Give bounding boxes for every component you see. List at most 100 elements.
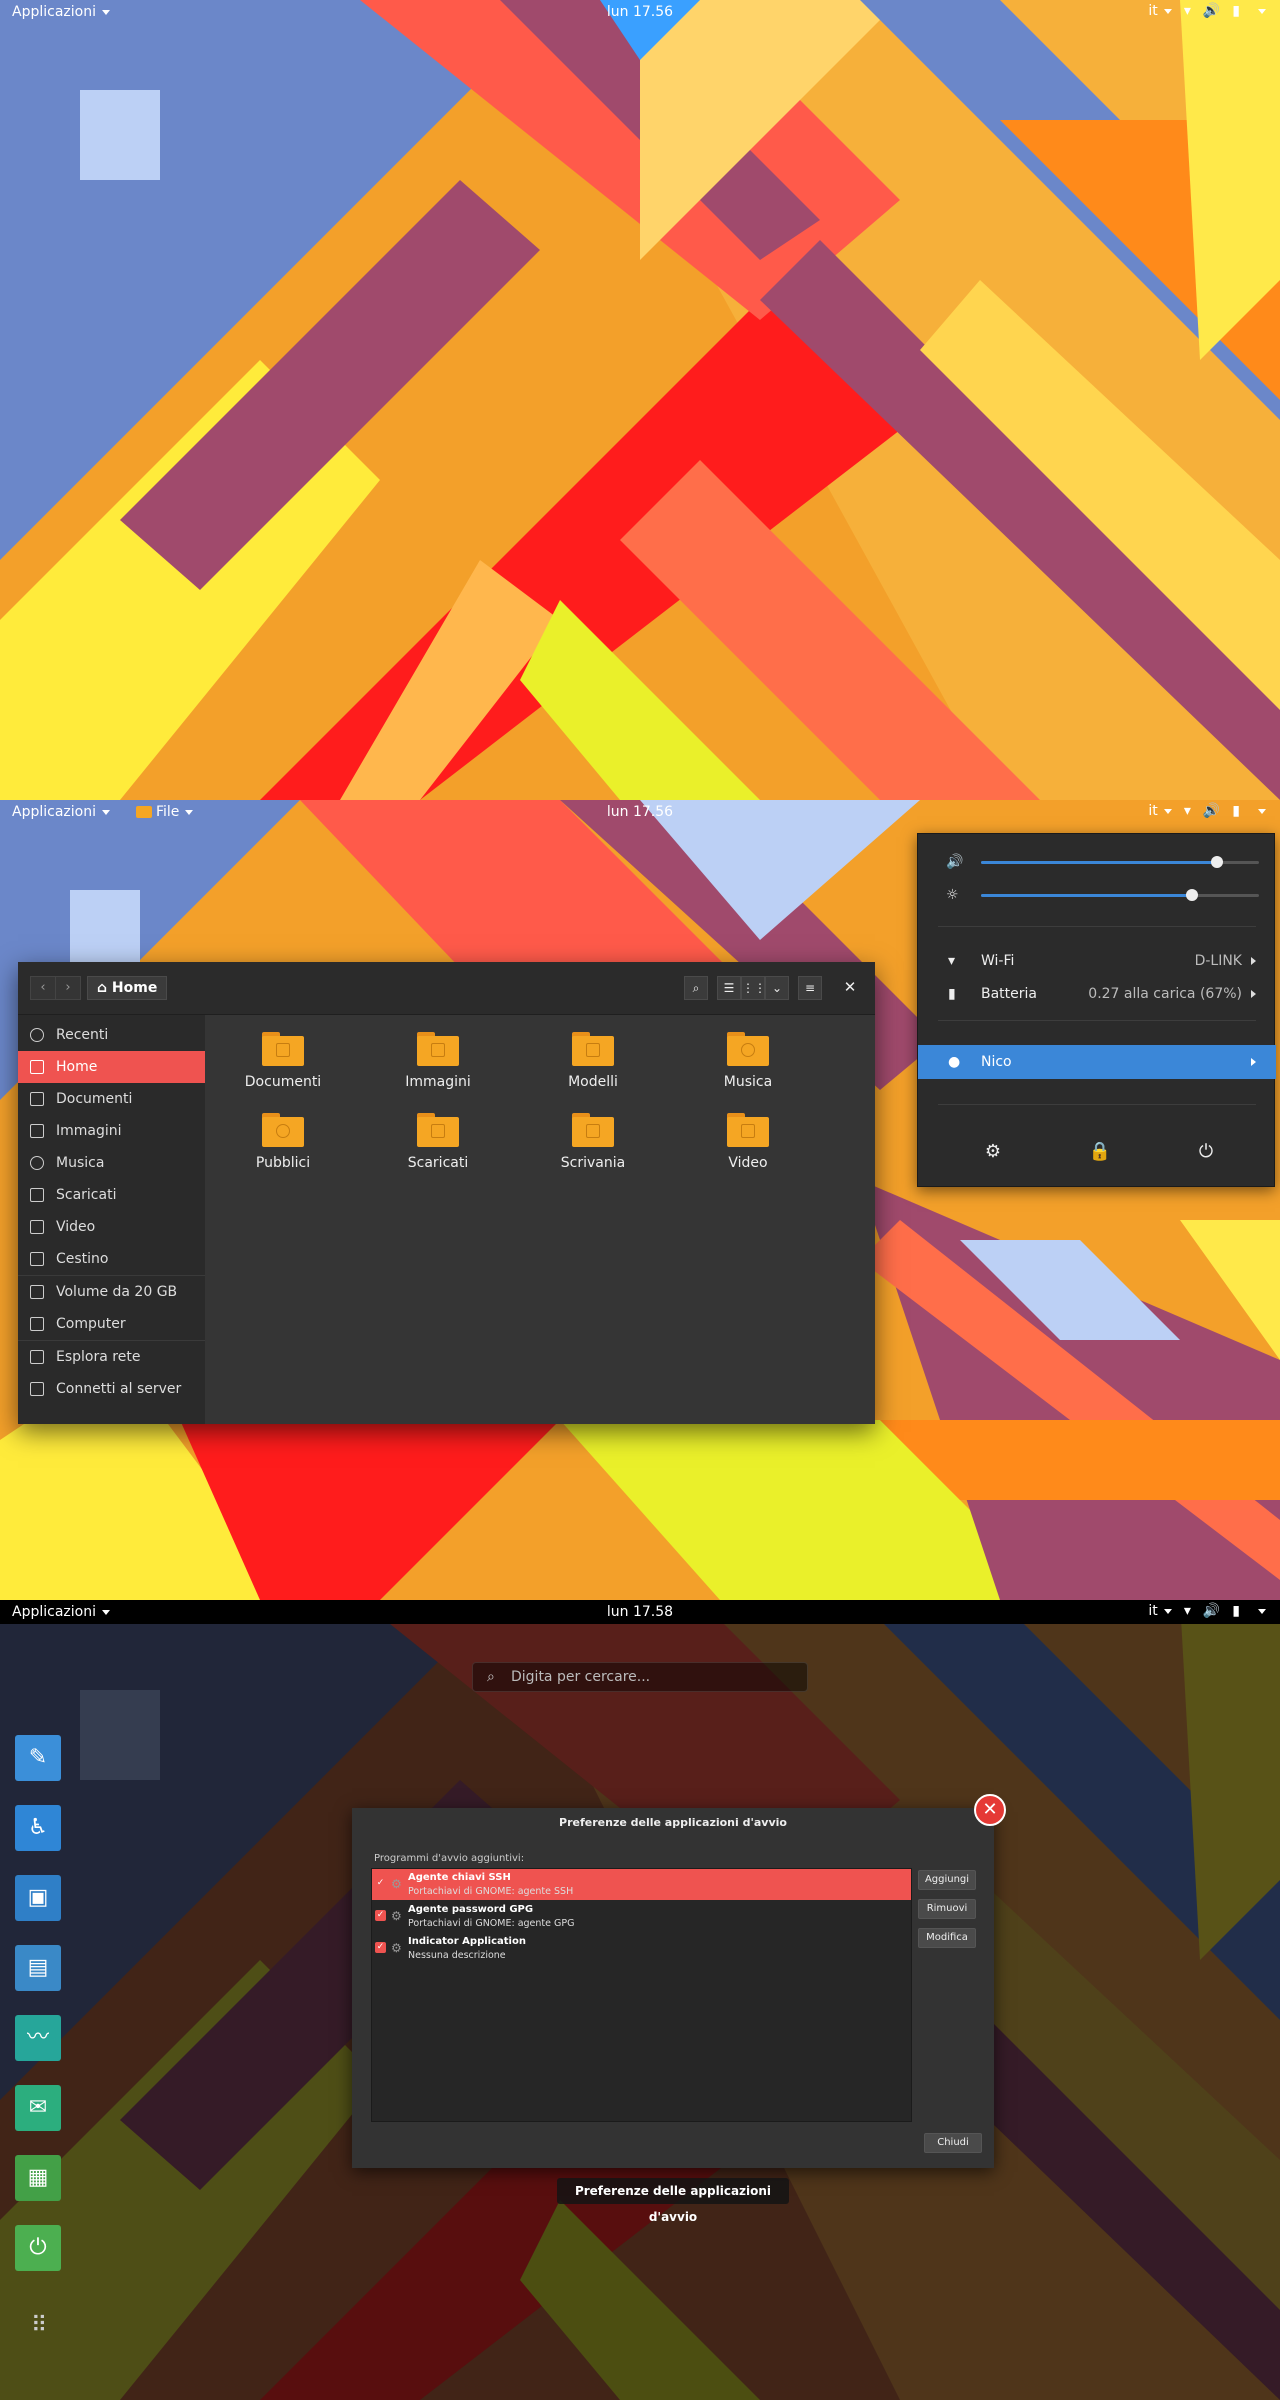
volume-icon[interactable]: 🔊 (1203, 1603, 1220, 1619)
wifi-icon[interactable]: ▾ (1184, 3, 1191, 19)
edit-button[interactable]: Modifica (918, 1928, 976, 1948)
gears-icon: ⚙ (391, 1877, 402, 1891)
clock[interactable]: lun 17.58 (0, 1604, 1280, 1620)
user-row[interactable]: ● Nico (918, 1045, 1276, 1079)
window-close-button[interactable]: ✕ (974, 1794, 1006, 1826)
lock-button[interactable]: 🔒 (1080, 1132, 1120, 1172)
sidebar-item-recenti[interactable]: Recenti (18, 1019, 205, 1051)
network-icon (30, 1350, 44, 1364)
folder-pictures-icon (417, 1032, 459, 1066)
sidebar-item-documenti[interactable]: Documenti (18, 1083, 205, 1115)
dash: ✎ ♿ ▣ ▤ 〰 ✉ ▦ ⏻ ⠿ (0, 1715, 76, 2355)
sidebar-item-esplora-rete[interactable]: Esplora rete (18, 1341, 205, 1373)
list-item[interactable]: ✓ ⚙ Agente chiavi SSH Portachiavi di GNO… (372, 1869, 911, 1900)
wifi-icon[interactable]: ▾ (1184, 1603, 1191, 1619)
system-menu-arrow[interactable] (1258, 808, 1266, 814)
top-bar: Applicazioni File lun 17.56 it ▾ 🔊 ▮ (0, 800, 1280, 824)
folder-video[interactable]: Video (673, 1113, 823, 1171)
keyboard-layout[interactable]: it (1148, 803, 1172, 819)
list-view-button[interactable]: ☰ (717, 976, 741, 1000)
power-button[interactable]: ⏻ (1186, 1132, 1226, 1172)
drive-icon (30, 1285, 44, 1299)
volume-track[interactable] (981, 856, 1259, 868)
sidebar-item-connetti-server[interactable]: Connetti al server (18, 1373, 205, 1405)
brightness-fill (981, 894, 1193, 897)
volume-icon[interactable]: 🔊 (1203, 3, 1220, 19)
keyboard-layout[interactable]: it (1148, 1603, 1172, 1619)
folder-documenti[interactable]: Documenti (208, 1032, 358, 1090)
folder-download-icon (417, 1113, 459, 1147)
brightness-knob[interactable] (1186, 889, 1199, 901)
document-viewer-icon[interactable]: ▤ (15, 1945, 61, 1991)
keyboard-layout[interactable]: it (1148, 3, 1172, 19)
system-menu-arrow[interactable] (1258, 1608, 1266, 1614)
spreadsheet-icon[interactable]: ▦ (15, 2155, 61, 2201)
path-home-button[interactable]: ⌂ Home (87, 976, 168, 1000)
sidebar-item-cestino[interactable]: Cestino (18, 1243, 205, 1275)
wifi-row[interactable]: ▾ Wi-Fi D-LINK (918, 944, 1276, 978)
app-grid-icon[interactable]: ⠿ (24, 2313, 54, 2343)
search-icon: ⌕ (692, 981, 700, 995)
menu-button[interactable]: ≡ (798, 976, 822, 1000)
enabled-checkbox[interactable]: ✓ (375, 1910, 386, 1921)
accessibility-icon[interactable]: ♿ (15, 1805, 61, 1851)
folder-scaricati[interactable]: Scaricati (363, 1113, 513, 1171)
search-input[interactable]: ⌕ Digita per cercare... (472, 1662, 808, 1692)
volume-slider[interactable]: 🔊 (918, 852, 1276, 872)
clock[interactable]: lun 17.56 (0, 4, 1280, 20)
power-icon[interactable]: ⏻ (15, 2225, 61, 2271)
chevron-right-icon (1251, 1058, 1256, 1066)
volume-knob[interactable] (1211, 856, 1224, 868)
sidebar-item-home[interactable]: Home (18, 1051, 205, 1083)
list-item[interactable]: ✓ ⚙ Agente password GPG Portachiavi di G… (372, 1901, 911, 1932)
battery-row[interactable]: ▮ Batteria 0.27 alla carica (67%) (918, 977, 1276, 1011)
wifi-icon[interactable]: ▾ (1184, 803, 1191, 819)
battery-icon[interactable]: ▮ (1232, 1603, 1240, 1619)
brightness-slider[interactable]: ☼ (918, 885, 1276, 905)
sidebar-item-volume[interactable]: Volume da 20 GB (18, 1276, 205, 1308)
volume-icon: 🔊 (946, 854, 964, 870)
volume-icon[interactable]: 🔊 (1203, 803, 1220, 819)
system-monitor-icon[interactable]: 〰 (15, 2015, 61, 2061)
folder-musica[interactable]: Musica (673, 1032, 823, 1090)
hamburger-icon: ≡ (804, 981, 816, 995)
brightness-track[interactable] (981, 889, 1259, 901)
clock-icon (30, 1028, 44, 1042)
battery-icon[interactable]: ▮ (1232, 3, 1240, 19)
folder-immagini[interactable]: Immagini (363, 1032, 513, 1090)
back-button[interactable]: ‹ (30, 976, 56, 1000)
sidebar-item-immagini[interactable]: Immagini (18, 1115, 205, 1147)
startup-preferences-window: Preferenze delle applicazioni d'avvio ✕ … (352, 1794, 1006, 2168)
places-sidebar: Recenti Home Documenti Immagini Musica S… (18, 1015, 205, 1424)
folder-scrivania[interactable]: Scrivania (518, 1113, 668, 1171)
close-icon: ✕ (843, 978, 857, 996)
sidebar-item-computer[interactable]: Computer (18, 1308, 205, 1340)
enabled-checkbox[interactable]: ✓ (375, 1878, 386, 1889)
remove-button[interactable]: Rimuovi (918, 1899, 976, 1919)
clock[interactable]: lun 17.56 (0, 804, 1280, 820)
sidebar-item-video[interactable]: Video (18, 1211, 205, 1243)
forward-button[interactable]: › (55, 976, 81, 1000)
package-icon[interactable]: ▣ (15, 1875, 61, 1921)
settings-button[interactable]: ⚙ (973, 1132, 1013, 1172)
close-button[interactable]: Chiudi (924, 2133, 982, 2153)
add-button[interactable]: Aggiungi (918, 1870, 976, 1890)
text-editor-icon[interactable]: ✎ (15, 1735, 61, 1781)
enabled-checkbox[interactable]: ✓ (375, 1942, 386, 1953)
startup-programs-list: ✓ ⚙ Agente chiavi SSH Portachiavi di GNO… (371, 1868, 912, 2122)
list-item[interactable]: ✓ ⚙ Indicator Application Nessuna descri… (372, 1933, 911, 1964)
battery-icon[interactable]: ▮ (1232, 803, 1240, 819)
sidebar-item-scaricati[interactable]: Scaricati (18, 1179, 205, 1211)
view-options-button[interactable]: ⌄ (765, 976, 789, 1000)
grid-view-button[interactable]: ⋮⋮ (741, 976, 766, 1000)
system-menu-arrow[interactable] (1258, 8, 1266, 14)
gears-icon: ⚙ (391, 1941, 402, 1955)
chevron-right-icon (1251, 990, 1256, 998)
sidebar-item-musica[interactable]: Musica (18, 1147, 205, 1179)
search-button[interactable]: ⌕ (684, 976, 708, 1000)
close-button[interactable]: ✕ (838, 976, 862, 1000)
top-bar: Applicazioni lun 17.56 it ▾ 🔊 ▮ (0, 0, 1280, 24)
folder-modelli[interactable]: Modelli (518, 1032, 668, 1090)
chat-icon[interactable]: ✉ (15, 2085, 61, 2131)
folder-pubblici[interactable]: Pubblici (208, 1113, 358, 1171)
